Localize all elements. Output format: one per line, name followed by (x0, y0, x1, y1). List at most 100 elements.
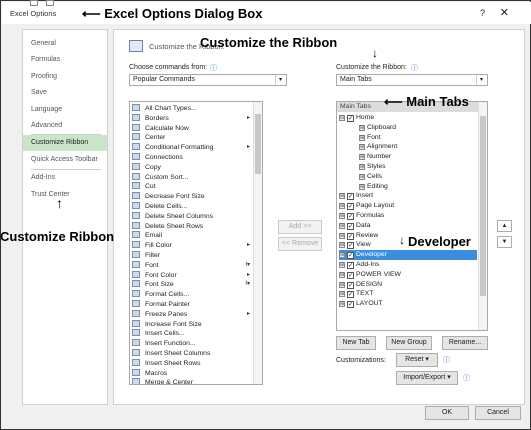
command-item[interactable]: Decrease Font Size (132, 192, 205, 202)
move-down-button[interactable]: ▼ (497, 236, 512, 248)
help-button[interactable]: ? (480, 8, 485, 18)
tab-checkbox[interactable]: ✓ (347, 193, 354, 201)
new-tab-button[interactable]: New Tab (336, 336, 376, 350)
tab-node[interactable]: ⊞ ✓ Developer (339, 250, 477, 260)
tab-node[interactable]: ⊟ ✓ Home (339, 113, 477, 123)
expand-icon[interactable]: ⊞ (339, 213, 345, 219)
expand-icon[interactable]: ⊞ (359, 183, 365, 190)
tab-checkbox[interactable]: ✓ (347, 232, 354, 240)
sidebar-item-language[interactable]: Language (23, 102, 107, 118)
ribbon-tabs-tree[interactable]: Main Tabs ⊟ ✓ Home ⊞ Clipboard ⊞ Font ⊞ Alignmen… (336, 101, 488, 331)
tab-node[interactable]: ⊞ ✓ Page Layout (339, 201, 477, 211)
command-item[interactable]: Increase Font Size (132, 319, 202, 330)
expand-icon[interactable]: ⊞ (359, 164, 365, 170)
command-item[interactable]: Freeze Panes (132, 309, 187, 320)
command-item[interactable]: Email (132, 231, 162, 241)
tab-node[interactable]: ⊞ ✓ LAYOUT (339, 299, 477, 309)
sidebar-item-proofing[interactable]: Proofing (23, 69, 107, 85)
tab-checkbox[interactable]: ✓ (347, 281, 354, 289)
command-item[interactable]: Conditional Formatting (132, 143, 213, 153)
expand-icon[interactable]: ⊞ (339, 281, 345, 288)
tab-checkbox[interactable]: ✓ (347, 222, 354, 230)
command-item[interactable]: Insert Cells... (132, 329, 185, 339)
scroll-thumb[interactable] (480, 116, 486, 296)
tab-node[interactable]: ⊞ ✓ DESIGN (339, 280, 477, 290)
sidebar-item-advanced[interactable]: Advanced (23, 118, 107, 134)
rename-button[interactable]: Rename... (442, 336, 488, 350)
tab-node[interactable]: ⊞ ✓ TEXT (339, 289, 477, 299)
expand-icon[interactable]: ⊞ (359, 173, 365, 180)
command-item[interactable]: Insert Function... (132, 339, 196, 349)
command-item[interactable]: Delete Cells... (132, 202, 187, 212)
expand-icon[interactable]: ⊞ (339, 242, 345, 249)
cancel-button[interactable]: Cancel (475, 406, 521, 420)
tab-node[interactable]: ⊞ ✓ Add-Ins (339, 260, 477, 270)
tab-node[interactable]: ⊞ ✓ POWER VIEW (339, 270, 477, 280)
sidebar-item-quick-access-toolbar[interactable]: Quick Access Toolbar (23, 152, 107, 168)
command-item[interactable]: Center (132, 133, 165, 143)
tab-node[interactable]: ⊞ ✓ Formulas (339, 211, 477, 221)
close-button[interactable]: ✕ (500, 6, 509, 19)
remove-button[interactable]: << Remove (278, 237, 322, 251)
group-node[interactable]: ⊞ Font (359, 133, 477, 143)
command-item[interactable]: Cut (132, 182, 156, 192)
group-node[interactable]: ⊞ Styles (359, 162, 477, 172)
new-group-button[interactable]: New Group (386, 336, 432, 350)
command-item[interactable]: Filter (132, 251, 160, 261)
command-item[interactable]: Fill Color (132, 241, 172, 251)
sidebar-item-trust-center[interactable]: Trust Center (23, 187, 107, 203)
command-item[interactable]: Custom Sort... (132, 172, 188, 183)
tab-node[interactable]: ⊞ ✓ Data (339, 221, 477, 231)
tab-checkbox[interactable]: ✓ (347, 262, 354, 269)
tab-checkbox[interactable]: ✓ (347, 291, 354, 299)
tab-checkbox[interactable]: ✓ (347, 203, 354, 211)
sidebar-item-save[interactable]: Save (23, 85, 107, 101)
command-item[interactable]: Font Size (132, 280, 174, 290)
expand-icon[interactable]: ⊞ (339, 193, 345, 200)
command-item[interactable]: Calculate Now (132, 123, 189, 134)
command-item[interactable]: Merge & Center (132, 378, 193, 384)
group-node[interactable]: ⊞ Cells (359, 172, 477, 182)
sidebar-item-general[interactable]: General (23, 36, 107, 52)
command-item[interactable]: Font (132, 260, 159, 271)
move-up-button[interactable]: ▲ (497, 220, 512, 232)
group-node[interactable]: ⊞ Number (359, 152, 477, 162)
command-item[interactable]: Connections (132, 153, 183, 163)
choose-commands-select[interactable]: Popular Commands ▾ (129, 74, 287, 86)
command-item[interactable]: Macros (132, 368, 167, 379)
expand-icon[interactable]: ⊞ (359, 134, 365, 141)
tree-scrollbar[interactable] (478, 102, 487, 330)
expand-icon[interactable]: ⊞ (339, 301, 345, 308)
group-node[interactable]: ⊞ Alignment (359, 142, 477, 152)
reset-button[interactable]: Reset ▾ (396, 353, 438, 367)
expand-icon[interactable]: ⊞ (359, 124, 365, 131)
sidebar-item-customize-ribbon[interactable]: Customize Ribbon (23, 135, 107, 151)
command-item[interactable]: Copy (132, 162, 161, 173)
command-item[interactable]: Format Painter (132, 300, 190, 310)
command-item[interactable]: Delete Sheet Rows (132, 221, 203, 232)
group-node[interactable]: ⊞ Editing (359, 182, 477, 192)
expand-icon[interactable]: ⊞ (339, 271, 345, 278)
tab-checkbox[interactable]: ✓ (347, 252, 354, 260)
customize-ribbon-select[interactable]: Main Tabs ▾ (336, 74, 488, 86)
expand-icon[interactable]: ⊞ (359, 144, 365, 151)
expand-icon[interactable]: ⊞ (339, 291, 345, 298)
expand-icon[interactable]: ⊞ (339, 203, 345, 210)
ok-button[interactable]: OK (425, 406, 469, 420)
expand-icon[interactable]: ⊞ (339, 232, 345, 239)
command-item[interactable]: Format Cells... (132, 290, 189, 300)
sidebar-item-formulas[interactable]: Formulas (23, 52, 107, 68)
import-export-button[interactable]: Import/Export ▾ (396, 371, 458, 385)
tab-checkbox[interactable]: ✓ (347, 301, 354, 309)
add-button[interactable]: Add >> (278, 220, 322, 234)
group-node[interactable]: ⊞ Clipboard (359, 123, 477, 133)
commands-scrollbar[interactable] (253, 102, 262, 384)
sidebar-item-add-ins[interactable]: Add-Ins (23, 170, 107, 186)
command-item[interactable]: All Chart Types... (132, 104, 197, 114)
command-item[interactable]: Font Color (132, 270, 177, 281)
command-item[interactable]: Insert Sheet Columns (132, 349, 210, 359)
expand-icon[interactable]: ⊞ (339, 222, 345, 229)
command-item[interactable]: Insert Sheet Rows (132, 358, 201, 369)
expand-icon[interactable]: ⊞ (339, 262, 345, 268)
expand-icon[interactable]: ⊞ (359, 154, 365, 161)
